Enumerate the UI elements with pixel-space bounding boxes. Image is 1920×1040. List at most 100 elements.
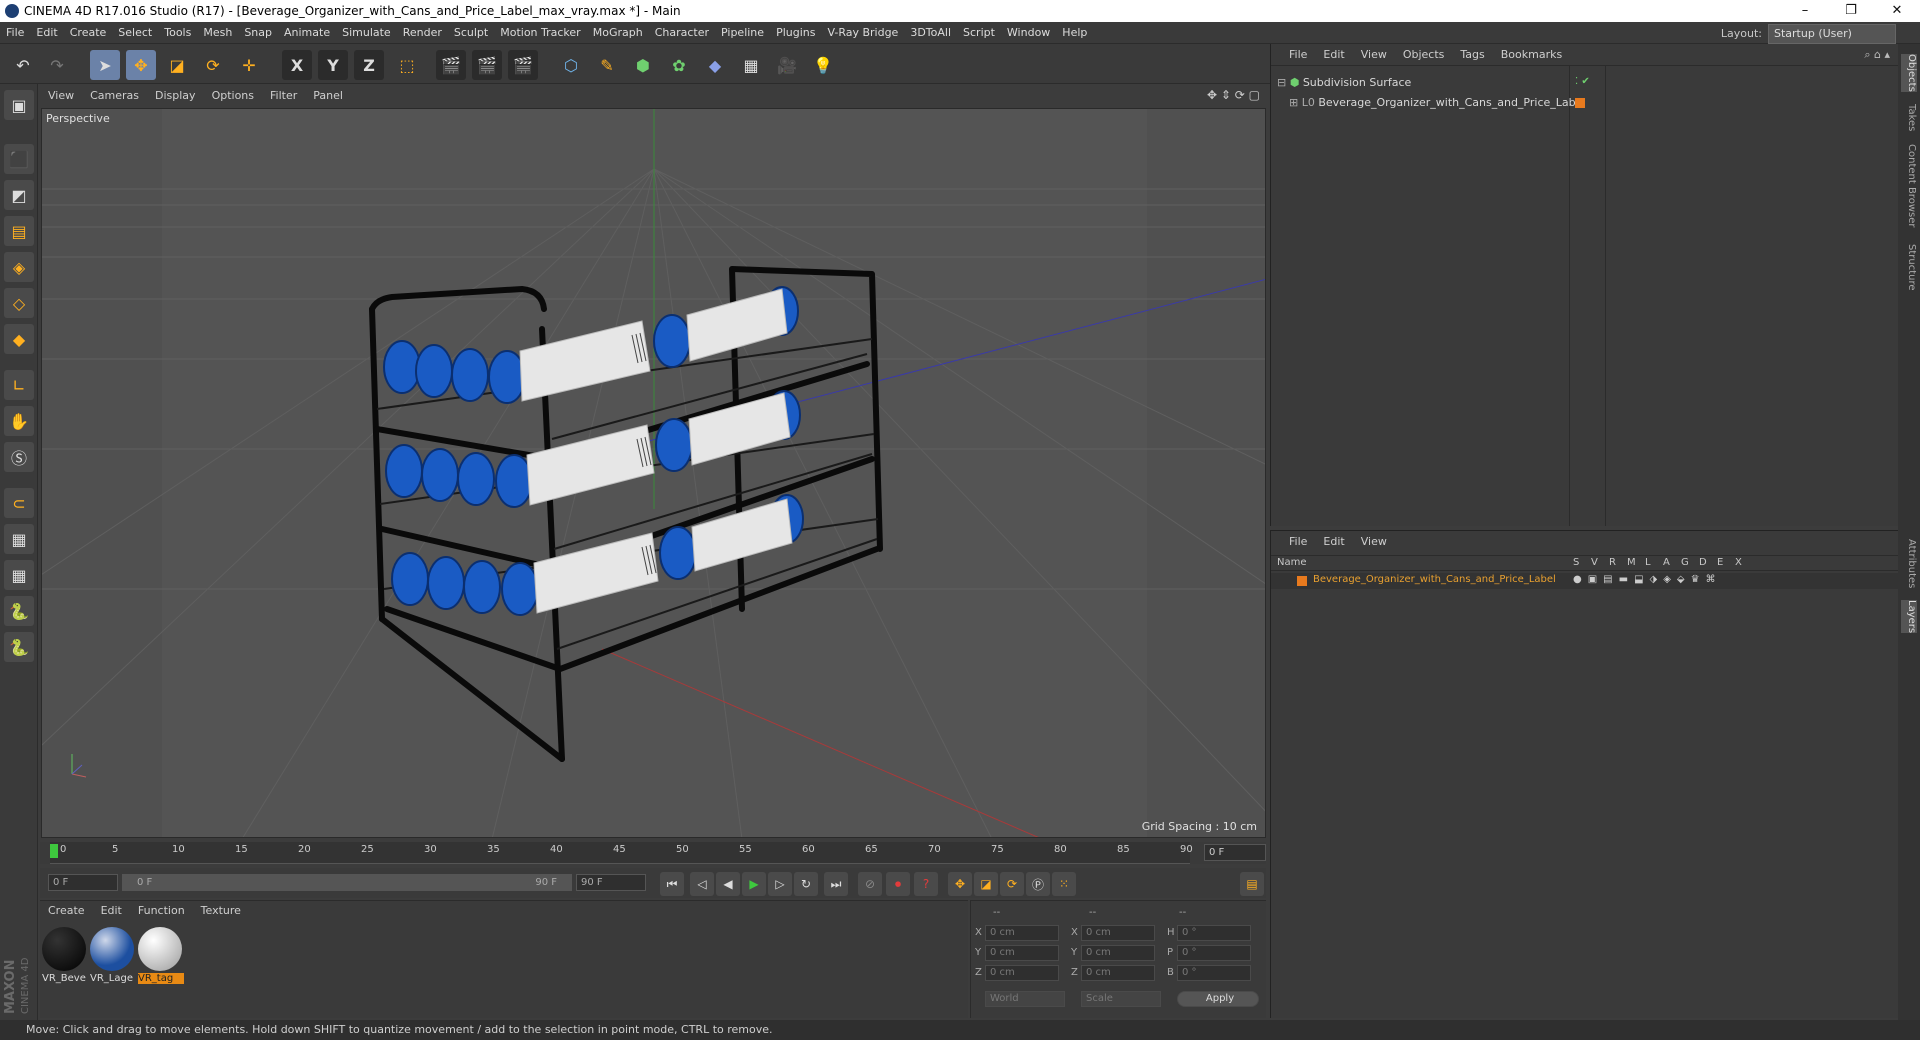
- key-position-icon[interactable]: ✥: [948, 872, 972, 896]
- menu-pipeline[interactable]: Pipeline: [715, 22, 770, 44]
- column-s[interactable]: S: [1573, 557, 1579, 568]
- menu-animate[interactable]: Animate: [278, 22, 336, 44]
- position-z-field[interactable]: 0 cm: [985, 965, 1059, 981]
- layer-color-swatch[interactable]: [1297, 576, 1307, 586]
- floor-icon[interactable]: ▦: [736, 50, 766, 80]
- timeline-ruler[interactable]: 0 5 10 15 20 25 30 35 40 45 50 55 60 65 …: [40, 842, 1266, 864]
- tab-layers[interactable]: Layers: [1901, 600, 1917, 634]
- python-script-icon[interactable]: 🐍: [4, 632, 34, 662]
- menu-tools[interactable]: Tools: [158, 22, 197, 44]
- close-button[interactable]: ✕: [1874, 0, 1920, 22]
- menu-script[interactable]: Script: [957, 22, 1001, 44]
- column-v[interactable]: V: [1591, 557, 1598, 568]
- axis-y-toggle[interactable]: Y: [318, 50, 348, 80]
- viewport-menu-panel[interactable]: Panel: [305, 86, 351, 106]
- tab-structure[interactable]: Structure: [1901, 244, 1917, 291]
- array-icon[interactable]: ✿: [664, 50, 694, 80]
- record-icon[interactable]: ⏺: [886, 872, 910, 896]
- object-menu-tags[interactable]: Tags: [1452, 44, 1492, 66]
- position-y-field[interactable]: 0 cm: [985, 945, 1059, 961]
- column-a[interactable]: A: [1663, 557, 1670, 568]
- menu-plugins[interactable]: Plugins: [770, 22, 821, 44]
- end-frame-field[interactable]: 90 F: [576, 874, 646, 891]
- perspective-viewport[interactable]: Perspective Grid Spacing : 10 cm: [41, 108, 1266, 838]
- play-icon[interactable]: ▶: [742, 872, 766, 896]
- record-disabled-icon[interactable]: ⊘: [858, 872, 882, 896]
- prev-key-icon[interactable]: ◁: [690, 872, 714, 896]
- object-row[interactable]: ⊟ ⬢ Subdivision Surface: [1277, 74, 1411, 92]
- key-scale-icon[interactable]: ◪: [974, 872, 998, 896]
- viewport-menu-cameras[interactable]: Cameras: [82, 86, 147, 106]
- rotation-p-field[interactable]: 0 °: [1177, 945, 1251, 961]
- viewport-menu-view[interactable]: View: [40, 86, 82, 106]
- column-l[interactable]: L: [1645, 557, 1651, 568]
- menu-character[interactable]: Character: [649, 22, 715, 44]
- tab-takes[interactable]: Takes: [1901, 104, 1917, 131]
- goto-start-icon[interactable]: ⏮: [660, 872, 684, 896]
- tab-attributes[interactable]: Attributes: [1901, 539, 1917, 588]
- tab-content-browser[interactable]: Content Browser: [1901, 144, 1917, 227]
- menu-mesh[interactable]: Mesh: [197, 22, 238, 44]
- layer-menu-view[interactable]: View: [1353, 531, 1395, 553]
- make-editable-icon[interactable]: ▣: [4, 90, 34, 120]
- key-points-icon[interactable]: ⁙: [1052, 872, 1076, 896]
- apply-button[interactable]: Apply: [1177, 991, 1259, 1007]
- redo-icon[interactable]: ↷: [42, 50, 72, 80]
- cube-primitive-icon[interactable]: ⬡: [556, 50, 586, 80]
- layout-dropdown[interactable]: Startup (User): [1768, 24, 1896, 44]
- coordinate-system-icon[interactable]: ⬚: [392, 50, 422, 80]
- object-menu-objects[interactable]: Objects: [1395, 44, 1453, 66]
- material-swatch[interactable]: [138, 927, 182, 971]
- coord-system-dropdown[interactable]: World: [985, 991, 1065, 1007]
- spline-pen-icon[interactable]: ✎: [592, 50, 622, 80]
- viewport-menu-options[interactable]: Options: [204, 86, 262, 106]
- viewport-nav-icons[interactable]: ✥ ⇕ ⟳ ▢: [1207, 88, 1260, 102]
- material-swatch[interactable]: [90, 927, 134, 971]
- step-forward-icon[interactable]: ▷: [768, 872, 792, 896]
- position-x-field[interactable]: 0 cm: [985, 925, 1059, 941]
- expand-toggle-icon[interactable]: ⊞: [1289, 96, 1298, 109]
- column-e[interactable]: E: [1717, 557, 1723, 568]
- object-menu-bookmarks[interactable]: Bookmarks: [1493, 44, 1570, 66]
- step-back-icon[interactable]: ◀: [716, 872, 740, 896]
- material-menu-edit[interactable]: Edit: [93, 901, 130, 921]
- viewport-menu-display[interactable]: Display: [147, 86, 204, 106]
- object-menu-edit[interactable]: Edit: [1315, 44, 1352, 66]
- polygons-mode-icon[interactable]: ◆: [4, 324, 34, 354]
- grid-snap-icon[interactable]: ▦: [4, 560, 34, 590]
- layer-row[interactable]: Beverage_Organizer_with_Cans_and_Price_L…: [1271, 573, 1899, 589]
- menu-motion-tracker[interactable]: Motion Tracker: [494, 22, 586, 44]
- python-icon[interactable]: 🐍: [4, 596, 34, 626]
- grid-lock-icon[interactable]: ▦: [4, 524, 34, 554]
- autokey-icon[interactable]: ?: [914, 872, 938, 896]
- deformer-icon[interactable]: ◆: [700, 50, 730, 80]
- menu-3dtoall[interactable]: 3DToAll: [904, 22, 957, 44]
- maximize-button[interactable]: ❐: [1828, 0, 1874, 22]
- select-arrow-icon[interactable]: ➤: [90, 50, 120, 80]
- menu-help[interactable]: Help: [1056, 22, 1093, 44]
- rotate-tool-icon[interactable]: ⟳: [198, 50, 228, 80]
- size-y-field[interactable]: 0 cm: [1081, 945, 1155, 961]
- magnet-icon[interactable]: ⊂: [4, 488, 34, 518]
- subdivision-icon[interactable]: ⬢: [628, 50, 658, 80]
- size-x-field[interactable]: 0 cm: [1081, 925, 1155, 941]
- column-m[interactable]: M: [1627, 557, 1636, 568]
- scale-tool-icon[interactable]: ◪: [162, 50, 192, 80]
- menu-select[interactable]: Select: [112, 22, 158, 44]
- object-row[interactable]: ⊞ L0 Beverage_Organizer_with_Cans_and_Pr…: [1289, 94, 1585, 112]
- minimize-button[interactable]: –: [1782, 0, 1828, 22]
- axis-mode-icon[interactable]: ∟: [4, 370, 34, 400]
- axis-x-toggle[interactable]: X: [282, 50, 312, 80]
- material-menu-create[interactable]: Create: [40, 901, 93, 921]
- camera-icon[interactable]: 🎥: [772, 50, 802, 80]
- menu-file[interactable]: File: [0, 22, 30, 44]
- rotation-h-field[interactable]: 0 °: [1177, 925, 1251, 941]
- coord-mode-dropdown[interactable]: Scale: [1081, 991, 1161, 1007]
- tab-objects[interactable]: Objects: [1901, 54, 1917, 92]
- object-menu-view[interactable]: View: [1353, 44, 1395, 66]
- layer-menu-file[interactable]: File: [1281, 531, 1315, 553]
- object-search-icon[interactable]: ⌕ ⌂ ▴: [1864, 48, 1890, 62]
- playhead[interactable]: [50, 844, 58, 858]
- axis-z-toggle[interactable]: Z: [354, 50, 384, 80]
- render-view-icon[interactable]: 🎬: [436, 50, 466, 80]
